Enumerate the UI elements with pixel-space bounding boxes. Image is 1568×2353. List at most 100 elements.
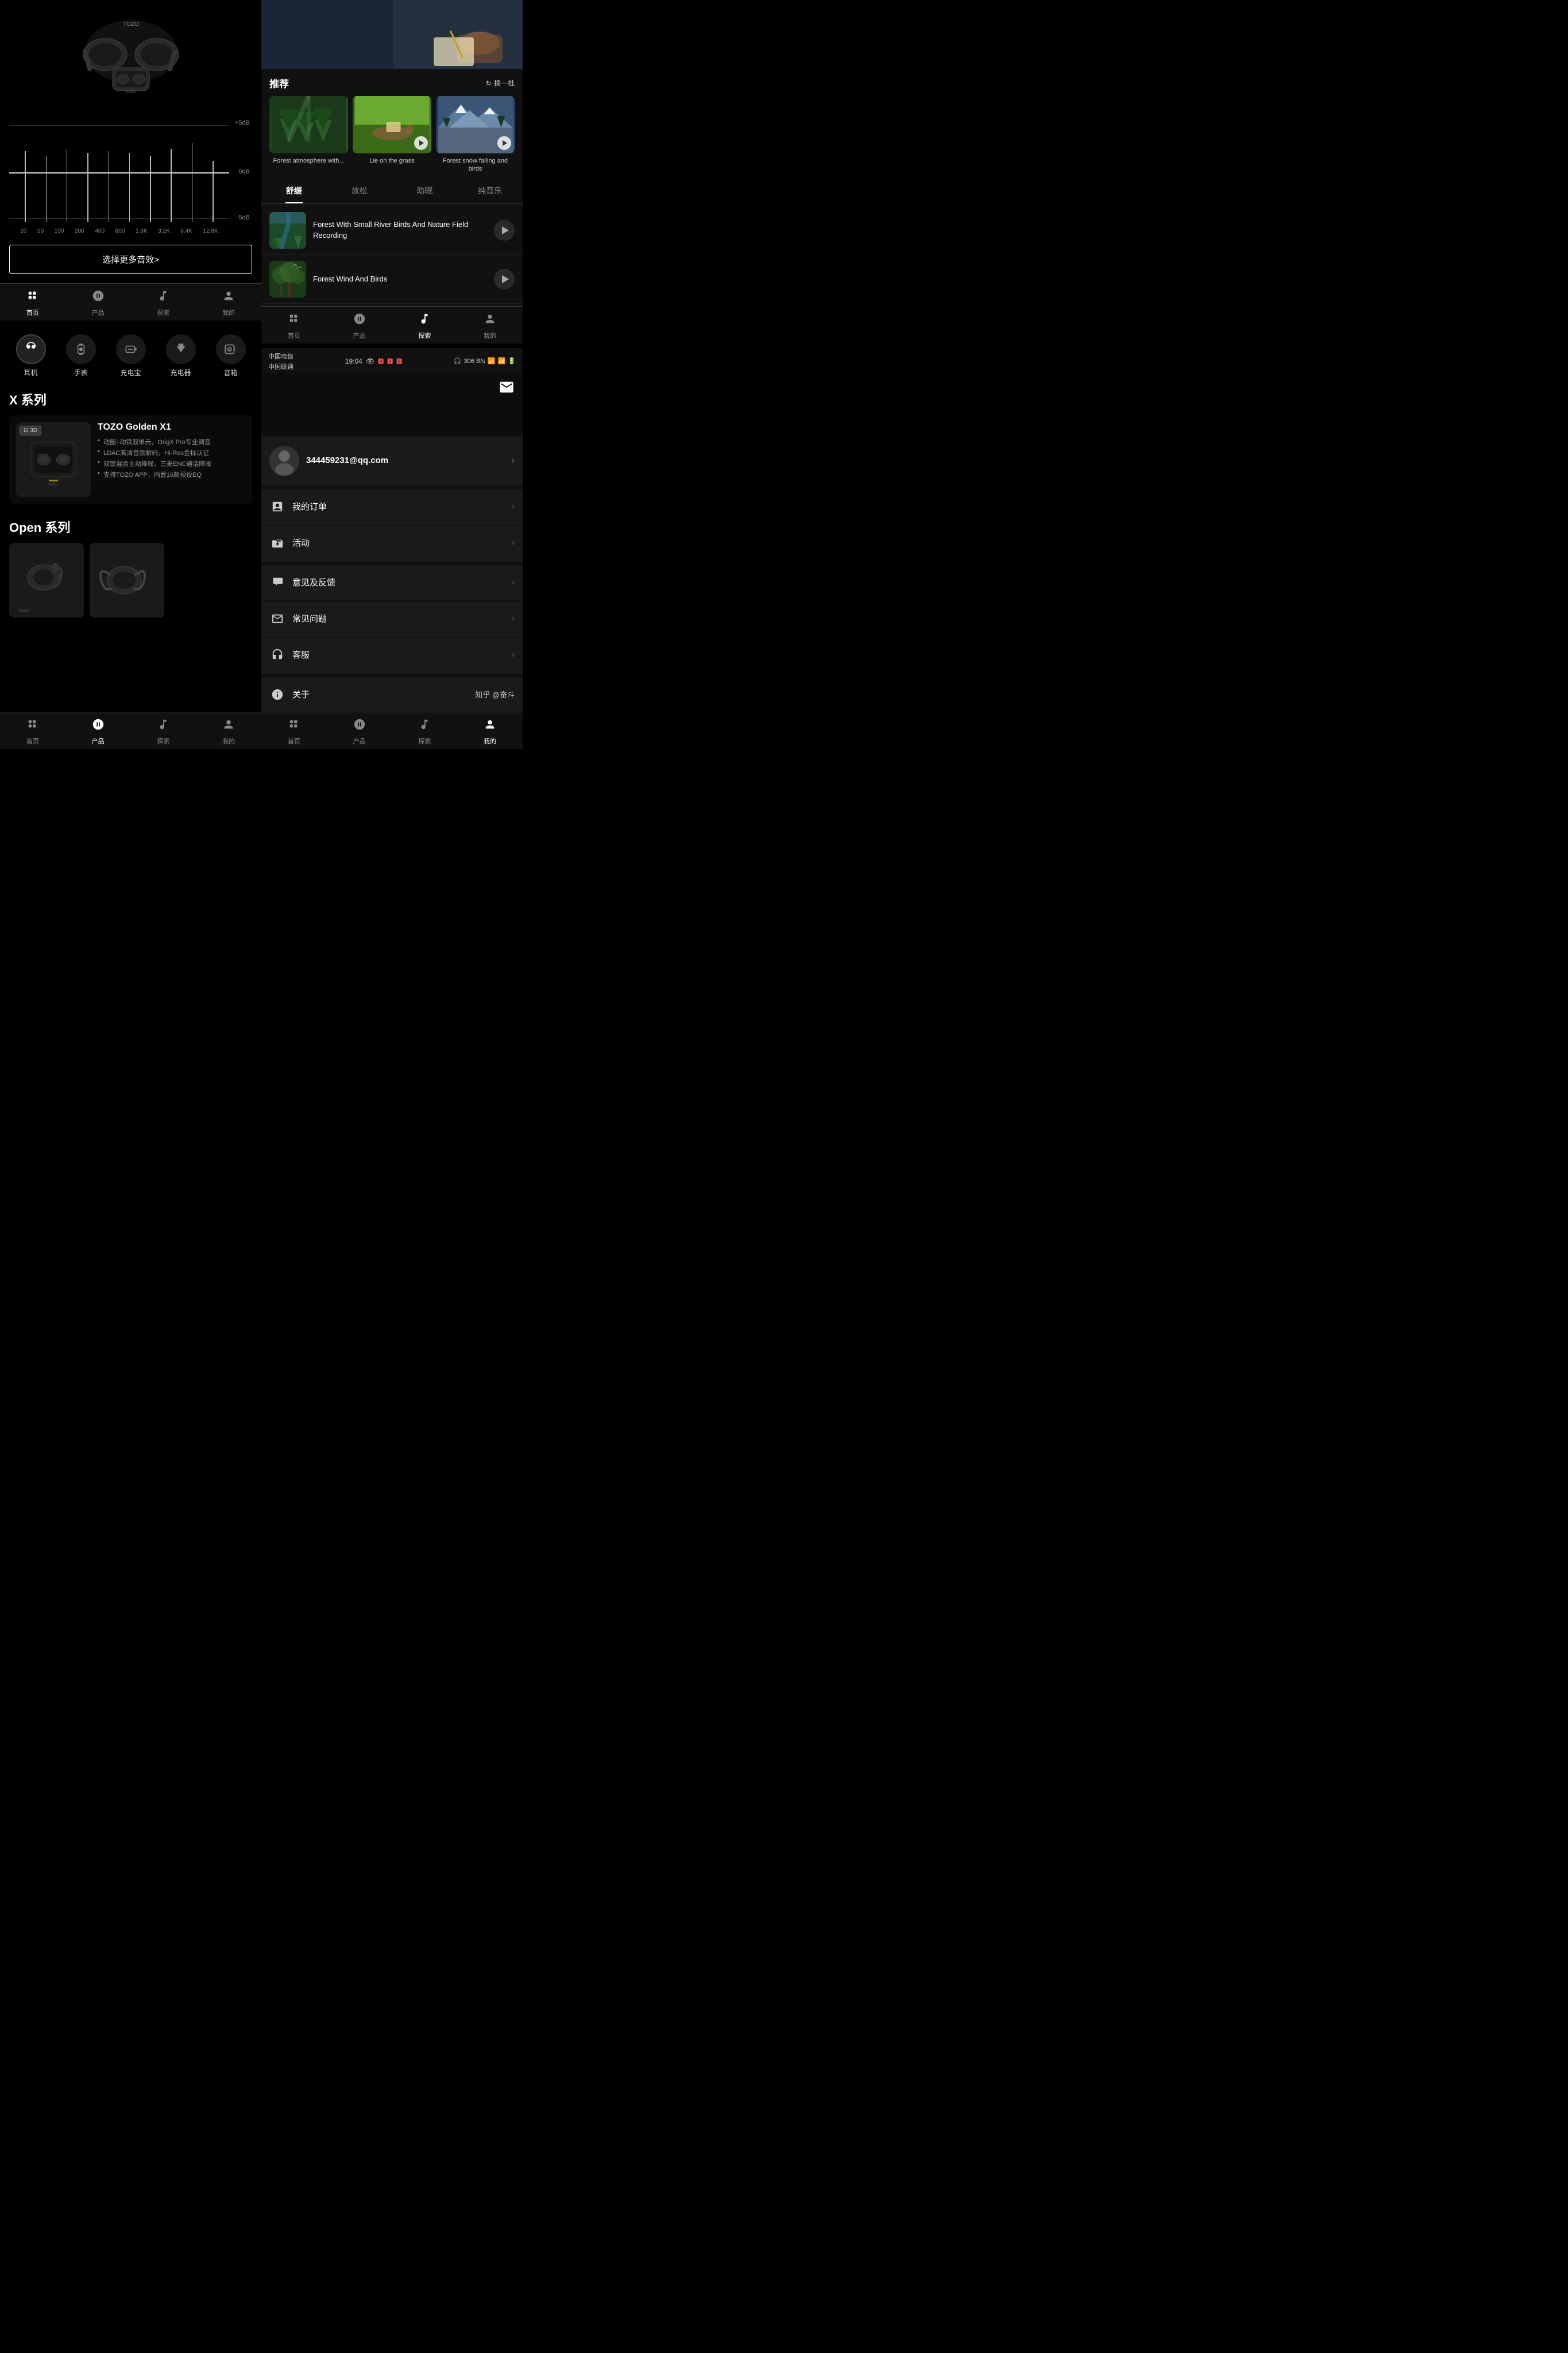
nav-explore-my[interactable]: 探索 xyxy=(418,718,431,746)
tab-relax[interactable]: 放松 xyxy=(327,178,392,203)
recommend-card-1[interactable]: Forest atmosphere with... xyxy=(269,96,348,173)
earphone-icon xyxy=(16,334,46,364)
nav-home-my[interactable]: 首页 xyxy=(288,718,300,746)
freq-800: 800 xyxy=(115,228,125,234)
bottom-nav-right: 首页 产品 探索 xyxy=(261,306,523,344)
nav-mine[interactable]: 我的 xyxy=(222,290,235,317)
nav-explore-2[interactable]: 探索 xyxy=(157,718,169,746)
nav-products-r[interactable]: 产品 xyxy=(353,313,366,340)
eq-bar-50 xyxy=(36,121,56,222)
recommend-header: 推荐 ↻ 换一批 xyxy=(269,76,515,90)
nav-mine-r[interactable]: 我的 xyxy=(484,313,496,340)
menu-activity[interactable]: 活动 › xyxy=(261,526,523,561)
recommend-cards: Forest atmosphere with... xyxy=(269,96,515,173)
freq-200: 200 xyxy=(75,228,84,234)
svg-text:TOZO: TOZO xyxy=(18,609,29,613)
nav-products-label-my: 产品 xyxy=(353,736,366,746)
category-earphone-label: 耳机 xyxy=(24,368,37,377)
play-button-2[interactable] xyxy=(494,269,515,290)
headphone-image: TOZO V100+ xyxy=(68,6,194,98)
orders-label: 我的订单 xyxy=(292,500,505,512)
category-watch[interactable]: 手表 xyxy=(66,334,96,377)
headphone-hero: TOZO V100+ xyxy=(0,0,261,103)
menu-orders[interactable]: 我的订单 › xyxy=(261,489,523,524)
category-speaker[interactable]: 音箱 xyxy=(216,334,246,377)
tab-soothe[interactable]: 舒缓 xyxy=(261,178,327,203)
nav-products[interactable]: 产品 xyxy=(92,290,105,317)
nav-explore[interactable]: 探索 xyxy=(157,290,169,317)
sound-item-1[interactable]: Forest With Small River Birds And Nature… xyxy=(261,206,523,255)
menu-feedback[interactable]: 意见及反馈 › xyxy=(261,565,523,600)
home-icon-my xyxy=(288,718,300,734)
play-button-1[interactable] xyxy=(494,220,515,241)
select-more-button[interactable]: 选择更多音效> xyxy=(9,245,252,274)
about-row[interactable]: 关于 知乎 @奋斗 xyxy=(261,677,523,712)
nav-products-label-2: 产品 xyxy=(92,736,105,746)
mail-button[interactable] xyxy=(499,379,515,397)
nav-mine-my[interactable]: 我的 xyxy=(484,718,496,746)
open-series-title: Open 系列 xyxy=(9,518,252,536)
nav-products-2[interactable]: 产品 xyxy=(92,718,105,746)
x-series-section: X 系列 ⊡ 3D xyxy=(0,383,261,511)
customer-service-icon xyxy=(269,647,285,663)
nav-home-2[interactable]: 首页 xyxy=(26,718,39,746)
nav-products-my[interactable]: 产品 xyxy=(353,718,366,746)
category-powerbank[interactable]: 充电宝 xyxy=(116,334,146,377)
refresh-button[interactable]: ↻ 换一批 xyxy=(486,78,515,88)
customer-service-label: 客服 xyxy=(292,649,505,661)
product-card-golden-x1[interactable]: ⊡ 3D xyxy=(9,415,252,504)
mine-icon xyxy=(222,290,235,306)
profile-section[interactable]: 344459231@qq.com › xyxy=(261,437,523,485)
powerbank-icon xyxy=(116,334,146,364)
eq-label-neg5db: -5dB xyxy=(237,214,250,221)
menu-list: 我的订单 › 活动 › 意见及反馈 xyxy=(261,489,523,712)
category-watch-label: 手表 xyxy=(74,368,87,377)
card-2-title: Lie on the grass xyxy=(353,157,431,165)
feedback-chevron: › xyxy=(512,577,515,588)
forest-scene-1 xyxy=(269,96,348,153)
about-label: 关于 xyxy=(292,688,310,700)
sound-title-1: Forest With Small River Birds And Nature… xyxy=(313,220,468,239)
category-charger[interactable]: 充电器 xyxy=(166,334,196,377)
nav-home[interactable]: 首页 xyxy=(26,290,39,317)
menu-faq[interactable]: 常见问题 › xyxy=(261,601,523,637)
nav-mine-2[interactable]: 我的 xyxy=(222,718,235,746)
faq-chevron: › xyxy=(512,614,515,624)
nav-explore-r[interactable]: 探索 xyxy=(418,313,431,340)
recommend-title: 推荐 xyxy=(269,76,289,90)
play-btn-card-3[interactable] xyxy=(497,136,511,150)
about-tag: 知乎 @奋斗 xyxy=(475,689,515,700)
card-3-title: Forest snow falling and birds xyxy=(436,157,515,173)
tab-pure-music[interactable]: 纯音乐 xyxy=(457,178,523,203)
nav-mine-label-2: 我的 xyxy=(222,736,235,746)
category-earphone[interactable]: 耳机 xyxy=(16,334,46,377)
menu-customer-service[interactable]: 客服 › xyxy=(261,638,523,673)
eq-bar-12k8 xyxy=(203,121,223,222)
nav-home-r[interactable]: 首页 xyxy=(288,313,300,340)
nav-home-label: 首页 xyxy=(26,308,39,317)
eq-bar-800 xyxy=(119,121,140,222)
recommend-card-2[interactable]: Lie on the grass xyxy=(353,96,431,173)
home-icon xyxy=(26,290,39,306)
sound-item-2[interactable]: Forest Wind And Birds xyxy=(261,255,523,304)
feature-3: 双馈混合主动降噪，三麦ENC通话降噪 xyxy=(98,459,245,468)
play-triangle-2 xyxy=(502,275,509,283)
feedback-label: 意见及反馈 xyxy=(292,576,505,588)
open-product-2[interactable] xyxy=(90,543,164,618)
recommend-card-3[interactable]: Forest snow falling and birds xyxy=(436,96,515,173)
tab-sleep[interactable]: 助眠 xyxy=(392,178,458,203)
product-image-golden-x1: V100+ xyxy=(22,428,85,491)
play-btn-card-2[interactable] xyxy=(414,136,428,150)
sound-list: Forest With Small River Birds And Nature… xyxy=(261,204,523,306)
eq-bar-6k4 xyxy=(181,121,202,222)
product-page: 耳机 手表 xyxy=(0,325,261,712)
orders-chevron: › xyxy=(512,502,515,512)
eq-section: +5dB 0dB -5dB xyxy=(0,103,261,236)
eq-chart: +5dB 0dB -5dB xyxy=(9,109,252,236)
bottom-nav-product: 首页 产品 探索 xyxy=(0,712,261,749)
charger-icon xyxy=(166,334,196,364)
nav-explore-label-my: 探索 xyxy=(418,736,431,746)
eq-label-5db: +5dB xyxy=(235,119,250,126)
open-product-1[interactable]: TOZO xyxy=(9,543,84,618)
products-icon-2 xyxy=(92,718,105,734)
